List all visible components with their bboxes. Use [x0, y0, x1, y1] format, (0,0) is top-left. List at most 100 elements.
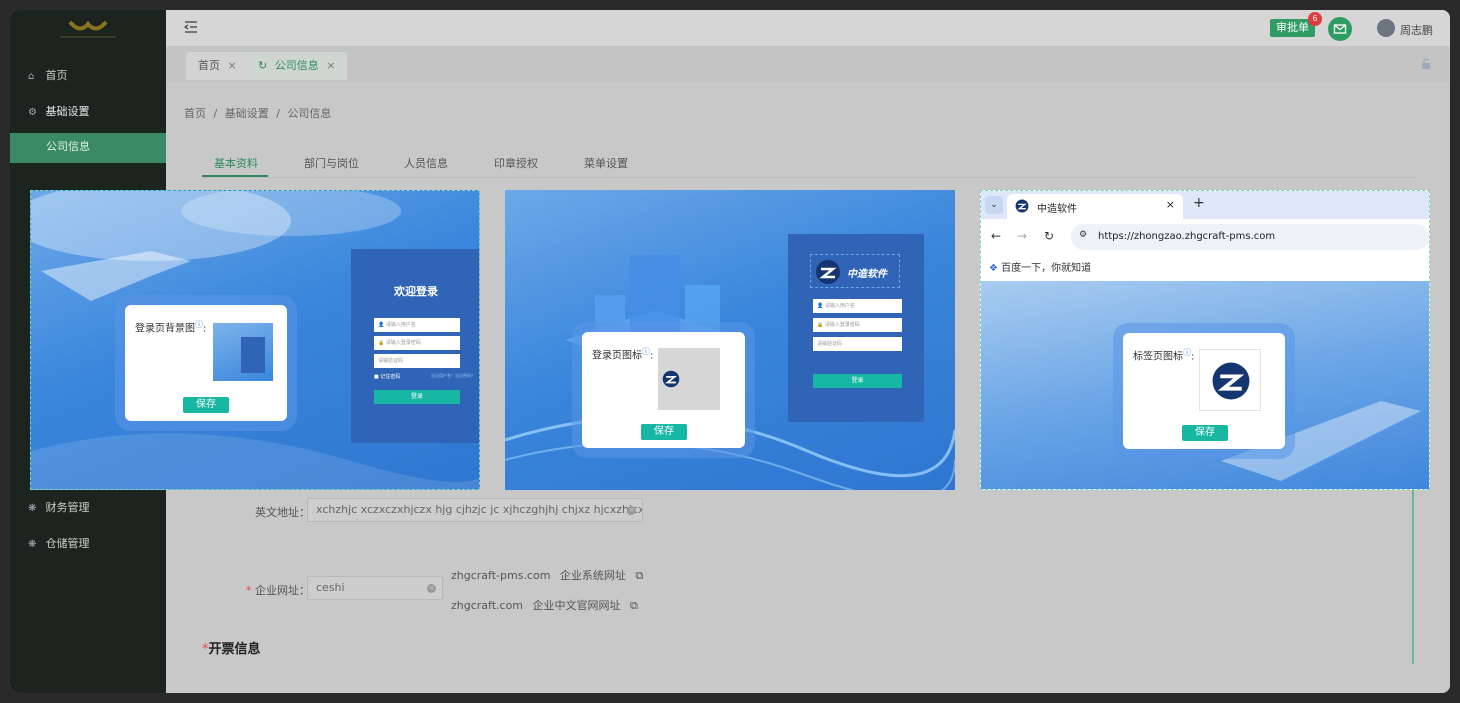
popup-label: 登录页图标ⓘ:: [592, 347, 654, 362]
user-name[interactable]: 周志鹏: [1400, 22, 1433, 38]
website-value: ceshi: [316, 581, 345, 594]
popup-label-text: 标签页图标: [1133, 351, 1183, 363]
brand-logo-icon: [662, 370, 680, 388]
login-button[interactable]: 登录: [813, 374, 902, 388]
favicon-thumbnail[interactable]: [1199, 349, 1261, 411]
breadcrumb-item[interactable]: 基础设置: [225, 107, 269, 120]
subtab-departments[interactable]: 部门与岗位: [304, 155, 359, 171]
captcha-placeholder: 请输验证码: [817, 341, 843, 347]
captcha-field[interactable]: 请输验证码: [374, 354, 460, 368]
close-icon[interactable]: ×: [1166, 198, 1175, 211]
password-placeholder: 请输入登录密码: [385, 340, 421, 346]
website-domain: zhgcraft.com: [451, 599, 524, 612]
lock-icon[interactable]: [1420, 58, 1432, 70]
browser-tab[interactable]: 中造软件 ×: [1007, 194, 1183, 219]
tab-home[interactable]: 首页 ×: [186, 52, 249, 80]
browser-tabstrip: ⌄ 中造软件 × +: [981, 191, 1429, 219]
subtab-divider: [202, 177, 1416, 178]
password-field[interactable]: 🔒 请输入登录密码: [374, 336, 460, 350]
popup-label-text: 登录页图标: [592, 350, 642, 362]
user-icon: 👤: [378, 322, 385, 328]
home-icon: ⌂: [28, 71, 35, 82]
bg-thumbnail[interactable]: [213, 323, 273, 381]
bookmark-item[interactable]: ❖ 百度一下，你就知道: [989, 259, 1091, 274]
username-field[interactable]: 👤 请输入用户名: [813, 299, 902, 313]
icon-thumbnail[interactable]: [658, 348, 720, 410]
subtab-seals[interactable]: 印章授权: [494, 155, 538, 171]
sidebar-item-finance[interactable]: ❋ 财务管理: [10, 494, 166, 522]
sidebar-item-basic-settings[interactable]: ⚙ 基础设置: [10, 98, 166, 126]
tab-company-info[interactable]: ↻ 公司信息 ×: [246, 52, 348, 80]
forward-icon[interactable]: →: [1017, 229, 1027, 243]
mail-icon: [1333, 24, 1347, 34]
tab-label: 公司信息: [274, 59, 319, 72]
menu-fold-icon[interactable]: [184, 20, 198, 34]
save-button[interactable]: 保存: [641, 424, 687, 440]
tab-icon-popup: 标签页图标ⓘ: 保存: [1123, 333, 1285, 449]
subtab-label: 印章授权: [494, 157, 538, 170]
browser-toolbar: ← → ↻ ⚙ https://zhongzao.zhgcraft-pms.co…: [981, 219, 1429, 281]
back-icon[interactable]: ←: [991, 229, 1001, 243]
brand-name: 中造软件: [847, 269, 887, 280]
username-placeholder: 请输入用户名: [824, 303, 855, 309]
address-bar[interactable]: ⚙ https://zhongzao.zhgcraft-pms.com: [1071, 224, 1429, 250]
password-field[interactable]: 🔒 请输入登录密码: [813, 318, 902, 332]
system-domain: zhgcraft-pms.com: [451, 569, 551, 582]
subtab-basic-info[interactable]: 基本资料: [214, 155, 258, 171]
site-settings-icon[interactable]: ⚙: [1079, 230, 1087, 240]
refresh-icon[interactable]: ↻: [258, 59, 267, 72]
scroll-track[interactable]: [1412, 482, 1414, 664]
popup-label: 登录页背景图ⓘ:: [135, 320, 207, 335]
breadcrumb-separator: /: [213, 107, 218, 120]
approval-label: 审批单: [1276, 21, 1309, 34]
subtab-label: 部门与岗位: [304, 157, 359, 170]
breadcrumb: 首页 / 基础设置 / 公司信息: [184, 105, 331, 121]
info-icon[interactable]: ⓘ: [642, 347, 650, 356]
save-button[interactable]: 保存: [183, 397, 229, 413]
top-bar: 审批单 6 周志鹏: [166, 10, 1450, 46]
subtab-personnel[interactable]: 人员信息: [404, 155, 448, 171]
popup-label: 标签页图标ⓘ:: [1133, 348, 1195, 363]
sidebar-item-company-info[interactable]: 公司信息: [10, 133, 166, 163]
breadcrumb-item: 公司信息: [287, 107, 332, 120]
avatar[interactable]: [1377, 19, 1395, 37]
info-icon[interactable]: ⓘ: [195, 320, 203, 329]
message-button[interactable]: [1328, 17, 1352, 41]
chevron-down-icon[interactable]: ⌄: [985, 196, 1003, 214]
close-icon[interactable]: ×: [228, 59, 237, 72]
login-panel: 中造软件 👤 请输入用户名 🔒 请输入登录密码 请输验证码 登录: [788, 234, 924, 422]
popup-label-text: 登录页背景图: [135, 323, 195, 335]
clear-icon[interactable]: ×: [427, 584, 436, 593]
link-row-website: zhgcraft.com 企业中文官网网址 ⧉: [451, 597, 638, 613]
forgot-link[interactable]: 忘记用户名？忘记密码？: [431, 373, 475, 379]
new-tab-icon[interactable]: +: [1193, 195, 1205, 211]
brand-logo-box: 中造软件: [810, 254, 900, 288]
username-field[interactable]: 👤 请输入用户名: [374, 318, 460, 332]
captcha-placeholder: 请输验证码: [378, 358, 404, 364]
reload-icon[interactable]: ↻: [1044, 229, 1054, 243]
username-placeholder: 请输入用户名: [385, 322, 416, 328]
login-title: 欢迎登录: [394, 285, 438, 298]
close-icon[interactable]: ×: [326, 59, 335, 72]
brand-logo-icon: [1015, 199, 1029, 213]
sidebar-item-home[interactable]: ⌂ 首页: [10, 62, 166, 90]
copy-icon[interactable]: ⧉: [635, 569, 643, 582]
website-input[interactable]: ceshi ×: [307, 576, 443, 600]
captcha-field[interactable]: 请输验证码: [813, 337, 902, 351]
brand-logo-icon: [816, 260, 840, 284]
subtab-menu-settings[interactable]: 菜单设置: [584, 155, 628, 171]
breadcrumb-item[interactable]: 首页: [184, 107, 206, 120]
login-button[interactable]: 登录: [374, 390, 460, 404]
clear-icon[interactable]: ×: [627, 506, 636, 515]
info-icon[interactable]: ⓘ: [1183, 348, 1191, 357]
save-button[interactable]: 保存: [1182, 425, 1228, 441]
copy-icon[interactable]: ⧉: [630, 599, 638, 612]
subtab-label: 人员信息: [404, 157, 448, 170]
en-address-input[interactable]: xchzhjc xczxczxhjczx hjg cjhzjc jc xjhcz…: [307, 498, 643, 522]
remember-checkbox[interactable]: ■ 记住密码: [374, 373, 400, 380]
lock-icon: 🔒: [378, 340, 385, 346]
sidebar-item-label: 财务管理: [45, 501, 90, 514]
sidebar-item-warehouse[interactable]: ❋ 仓储管理: [10, 530, 166, 558]
system-desc: 企业系统网址: [559, 569, 626, 582]
approval-badge: 6: [1308, 12, 1322, 26]
